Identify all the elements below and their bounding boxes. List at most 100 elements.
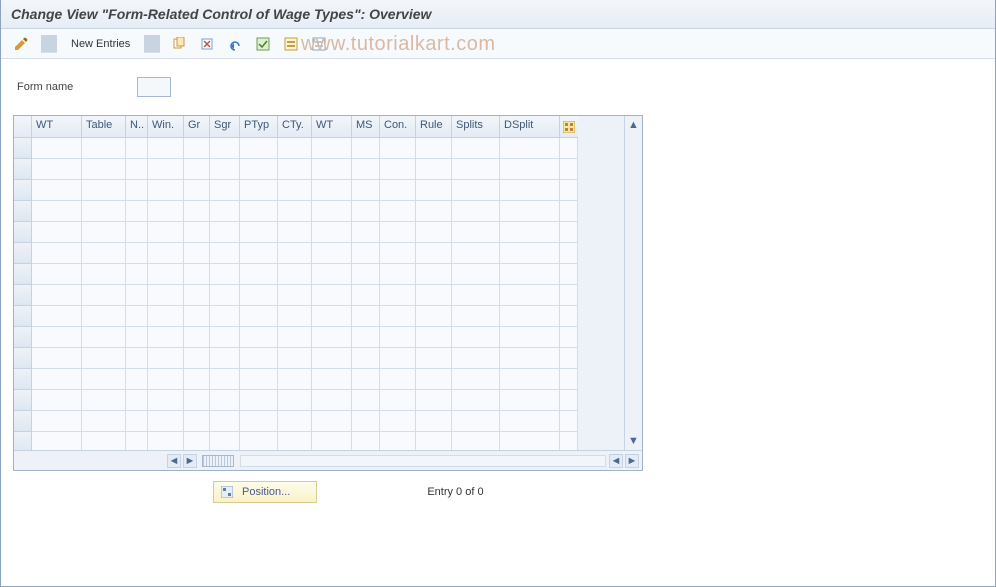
table-cell[interactable] <box>380 285 416 306</box>
table-cell[interactable] <box>148 201 184 222</box>
table-cell[interactable] <box>352 348 380 369</box>
table-cell[interactable] <box>380 306 416 327</box>
table-cell[interactable] <box>148 180 184 201</box>
table-cell[interactable] <box>352 432 380 450</box>
table-cell[interactable] <box>380 432 416 450</box>
table-cell[interactable] <box>500 138 560 159</box>
table-cell[interactable] <box>240 264 278 285</box>
table-cell[interactable] <box>312 369 352 390</box>
table-cell[interactable] <box>210 222 240 243</box>
table-cell[interactable] <box>278 222 312 243</box>
row-selector[interactable] <box>14 264 32 285</box>
table-cell[interactable] <box>148 159 184 180</box>
table-cell[interactable] <box>278 159 312 180</box>
table-cell[interactable] <box>82 348 126 369</box>
table-cell[interactable] <box>184 243 210 264</box>
table-cell[interactable] <box>82 264 126 285</box>
table-settings-icon[interactable] <box>560 116 578 138</box>
table-cell[interactable] <box>126 369 148 390</box>
hscroll-handle[interactable] <box>202 455 234 467</box>
table-cell[interactable] <box>148 348 184 369</box>
table-cell[interactable] <box>278 432 312 450</box>
table-cell[interactable] <box>500 411 560 432</box>
table-cell[interactable] <box>416 348 452 369</box>
table-cell[interactable] <box>416 222 452 243</box>
table-cell[interactable] <box>210 432 240 450</box>
table-cell[interactable] <box>380 348 416 369</box>
table-cell[interactable] <box>184 306 210 327</box>
table-cell[interactable] <box>184 159 210 180</box>
table-cell[interactable] <box>500 201 560 222</box>
table-cell[interactable] <box>452 285 500 306</box>
table-cell[interactable] <box>278 180 312 201</box>
table-cell[interactable] <box>184 138 210 159</box>
new-entries-button[interactable]: New Entries <box>65 34 136 54</box>
table-cell[interactable] <box>278 348 312 369</box>
table-cell[interactable] <box>126 327 148 348</box>
table-cell[interactable] <box>416 306 452 327</box>
table-cell[interactable] <box>416 327 452 348</box>
table-cell[interactable] <box>210 243 240 264</box>
table-cell[interactable] <box>278 306 312 327</box>
table-cell[interactable] <box>184 369 210 390</box>
table-cell[interactable] <box>32 432 82 450</box>
table-cell[interactable] <box>312 285 352 306</box>
table-cell[interactable] <box>32 327 82 348</box>
row-selector[interactable] <box>14 201 32 222</box>
table-cell[interactable] <box>126 432 148 450</box>
table-cell[interactable] <box>312 222 352 243</box>
table-cell[interactable] <box>82 411 126 432</box>
table-cell[interactable] <box>126 306 148 327</box>
table-cell[interactable] <box>312 432 352 450</box>
table-cell[interactable] <box>312 243 352 264</box>
table-cell[interactable] <box>352 390 380 411</box>
table-cell[interactable] <box>416 243 452 264</box>
table-cell[interactable] <box>278 411 312 432</box>
table-cell[interactable] <box>210 138 240 159</box>
table-cell[interactable] <box>380 369 416 390</box>
table-cell[interactable] <box>82 432 126 450</box>
row-selector[interactable] <box>14 432 32 450</box>
table-cell[interactable] <box>184 327 210 348</box>
table-cell[interactable] <box>184 264 210 285</box>
table-cell[interactable] <box>416 159 452 180</box>
table-cell[interactable] <box>32 138 82 159</box>
row-selector[interactable] <box>14 411 32 432</box>
table-cell[interactable] <box>416 411 452 432</box>
scroll-left-end-icon[interactable]: ◄ <box>609 454 623 468</box>
table-cell[interactable] <box>126 159 148 180</box>
table-cell[interactable] <box>240 348 278 369</box>
table-cell[interactable] <box>240 327 278 348</box>
select-all-icon[interactable] <box>252 34 274 54</box>
table-cell[interactable] <box>148 306 184 327</box>
table-cell[interactable] <box>452 264 500 285</box>
table-cell[interactable] <box>352 138 380 159</box>
column-header[interactable]: WT <box>32 116 82 138</box>
table-cell[interactable] <box>380 138 416 159</box>
table-cell[interactable] <box>452 222 500 243</box>
table-cell[interactable] <box>32 159 82 180</box>
table-cell[interactable] <box>82 222 126 243</box>
hscroll-track[interactable] <box>240 455 606 467</box>
table-cell[interactable] <box>210 369 240 390</box>
table-cell[interactable] <box>126 180 148 201</box>
table-cell[interactable] <box>184 411 210 432</box>
table-cell[interactable] <box>240 243 278 264</box>
table-cell[interactable] <box>500 159 560 180</box>
table-cell[interactable] <box>126 411 148 432</box>
table-cell[interactable] <box>240 222 278 243</box>
table-cell[interactable] <box>352 327 380 348</box>
table-cell[interactable] <box>500 180 560 201</box>
row-selector[interactable] <box>14 159 32 180</box>
table-cell[interactable] <box>148 411 184 432</box>
table-cell[interactable] <box>500 243 560 264</box>
table-cell[interactable] <box>452 432 500 450</box>
table-cell[interactable] <box>500 432 560 450</box>
table-cell[interactable] <box>352 285 380 306</box>
table-cell[interactable] <box>416 390 452 411</box>
table-cell[interactable] <box>352 306 380 327</box>
table-cell[interactable] <box>32 264 82 285</box>
table-cell[interactable] <box>500 285 560 306</box>
table-cell[interactable] <box>210 180 240 201</box>
table-cell[interactable] <box>452 348 500 369</box>
